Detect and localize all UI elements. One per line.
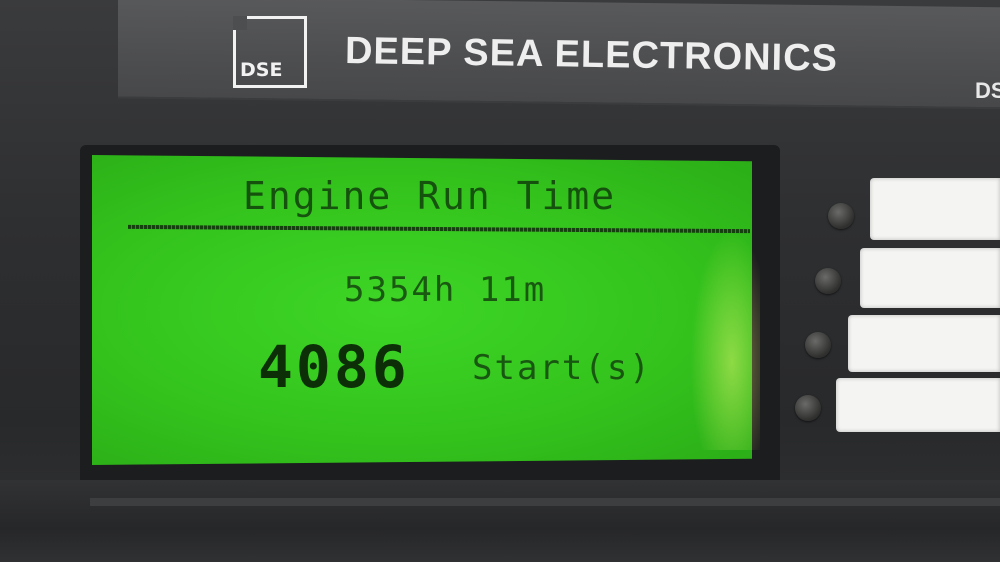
logo-text: DSE [240,59,283,81]
lcd-page-title: Engine Run Time [243,174,617,218]
engine-starts-count: 4086 [258,333,410,401]
engine-starts-label: Start(s) [472,348,652,388]
softkey-button-1[interactable] [828,203,854,229]
softkey-label-2 [860,248,1000,308]
softkey-label-4 [836,378,1000,432]
dse-logo: DSE [233,16,307,88]
model-tag: DS [975,78,1000,103]
brand-name: DEEP SEA ELECTRONICS [344,30,839,80]
softkey-button-3[interactable] [805,332,831,358]
lower-ledge [90,498,1000,506]
logo-notch [233,16,247,30]
softkey-label-3 [848,315,1000,372]
softkey-label-1 [870,178,1000,240]
softkey-button-2[interactable] [815,268,841,294]
engine-run-time-value: 5354h 11m [344,270,547,310]
lower-bezel [0,480,1000,562]
lcd-glare [690,230,760,450]
softkey-button-4[interactable] [795,395,821,421]
